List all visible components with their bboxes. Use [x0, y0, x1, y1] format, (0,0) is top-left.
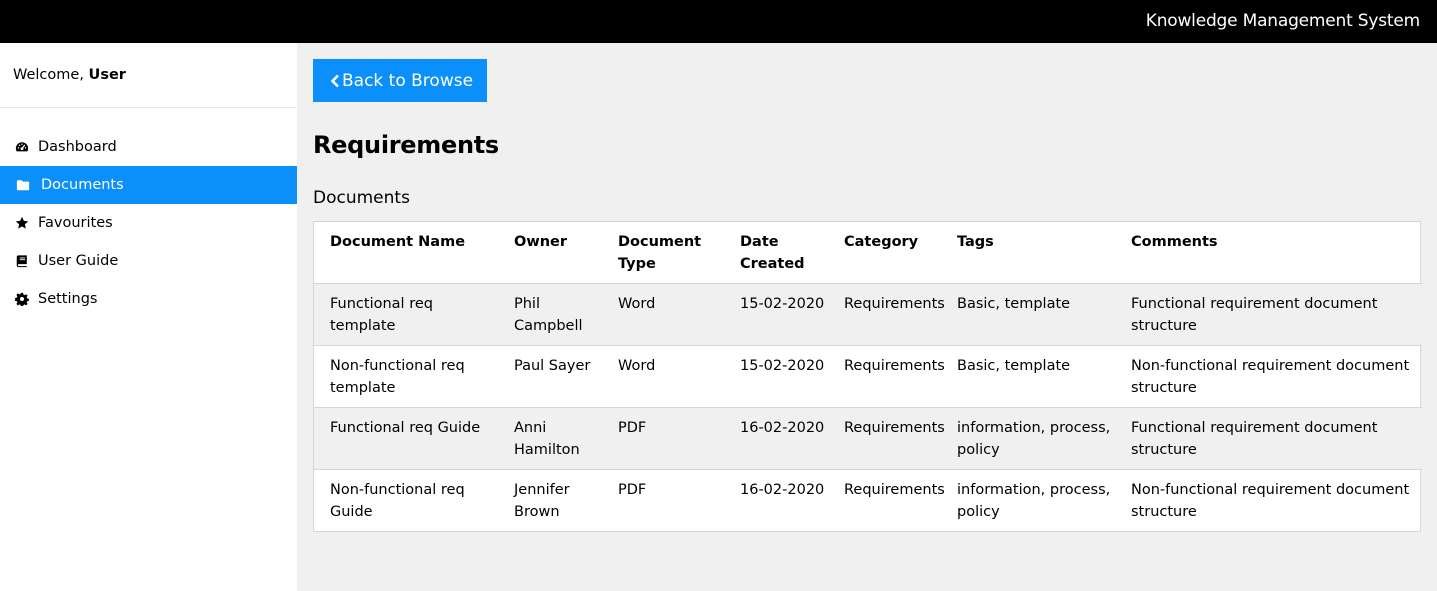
- category-cell: Requirements: [844, 420, 945, 436]
- section-label: Documents: [313, 188, 410, 208]
- book-icon: [15, 254, 29, 268]
- column-header: Document Type: [618, 234, 702, 272]
- document-name-cell[interactable]: Functional req Guide: [314, 408, 506, 470]
- star-icon: [15, 216, 29, 230]
- gear-icon: [15, 292, 29, 306]
- tags-cell: information, process, policy: [957, 482, 1111, 520]
- page-title: Requirements: [313, 131, 499, 159]
- owner-cell: Paul Sayer: [514, 358, 591, 374]
- sidebar-item-user-guide[interactable]: User Guide: [0, 242, 297, 280]
- owner-cell: Phil Campbell: [514, 296, 583, 334]
- document-type-cell: Word: [618, 296, 656, 312]
- comments-cell: Functional requirement document structur…: [1131, 420, 1378, 458]
- sidebar: Welcome, User Dashboard Documents Favour…: [0, 43, 297, 591]
- documents-table-container: Document Name Owner Document Type Date C…: [313, 221, 1422, 532]
- comments-cell: Non-functional requirement document stru…: [1131, 482, 1410, 520]
- documents-table: Document Name Owner Document Type Date C…: [314, 222, 1422, 531]
- column-header: Document Name: [330, 234, 466, 250]
- folder-icon: [16, 178, 30, 192]
- date-created-cell: 15-02-2020: [740, 358, 825, 374]
- comments-cell: Non-functional requirement document stru…: [1131, 358, 1410, 396]
- document-type-cell: Word: [618, 358, 656, 374]
- main-content: Back to Browse Requirements Documents Do…: [297, 43, 1437, 591]
- category-cell: Requirements: [844, 296, 945, 312]
- table-row[interactable]: Non-functional req template Paul Sayer W…: [314, 346, 1422, 408]
- table-row[interactable]: Functional req Guide Anni Hamilton PDF 1…: [314, 407, 1422, 470]
- back-button-label: Back to Browse: [342, 70, 474, 91]
- user-name: User: [88, 67, 126, 83]
- column-header: Owner: [514, 234, 568, 250]
- table-row[interactable]: Non-functional req Guide Jennifer Brown …: [314, 470, 1422, 532]
- column-header: Category: [844, 234, 919, 250]
- back-to-browse-button[interactable]: Back to Browse: [313, 59, 487, 102]
- app-title: Knowledge Management System: [1145, 11, 1420, 31]
- sidebar-item-label: Favourites: [38, 215, 113, 231]
- top-bar: Knowledge Management System: [0, 0, 1437, 43]
- document-name-cell[interactable]: Functional req template: [314, 284, 506, 346]
- sidebar-item-favourites[interactable]: Favourites: [0, 204, 297, 242]
- tags-cell: Basic, template: [957, 296, 1071, 312]
- comments-cell: Functional requirement document structur…: [1131, 296, 1378, 334]
- column-header: Tags: [957, 234, 994, 250]
- date-created-cell: 16-02-2020: [740, 420, 825, 436]
- document-name-cell[interactable]: Non-functional req template: [314, 346, 506, 408]
- column-header: Date Created: [740, 234, 805, 272]
- document-type-cell: PDF: [618, 420, 647, 436]
- tags-cell: information, process, policy: [957, 420, 1111, 458]
- document-name-cell[interactable]: Non-functional req Guide: [314, 470, 506, 532]
- tags-cell: Basic, template: [957, 358, 1071, 374]
- date-created-cell: 16-02-2020: [740, 482, 825, 498]
- sidebar-item-documents[interactable]: Documents: [0, 166, 297, 204]
- sidebar-item-label: User Guide: [38, 253, 119, 269]
- welcome-prefix: Welcome,: [13, 67, 84, 83]
- date-created-cell: 15-02-2020: [740, 296, 825, 312]
- sidebar-item-settings[interactable]: Settings: [0, 280, 297, 318]
- column-header: Comments: [1131, 234, 1218, 250]
- table-row[interactable]: Functional req template Phil Campbell Wo…: [314, 283, 1422, 346]
- category-cell: Requirements: [844, 482, 945, 498]
- owner-cell: Anni Hamilton: [514, 420, 580, 458]
- sidebar-item-label: Dashboard: [38, 139, 117, 155]
- table-header-row: Document Name Owner Document Type Date C…: [314, 222, 1422, 284]
- sidebar-item-label: Documents: [41, 177, 124, 193]
- owner-cell: Jennifer Brown: [514, 482, 570, 520]
- dashboard-icon: [15, 140, 29, 154]
- document-type-cell: PDF: [618, 482, 647, 498]
- sidebar-item-label: Settings: [38, 291, 98, 307]
- category-cell: Requirements: [844, 358, 945, 374]
- sidebar-item-dashboard[interactable]: Dashboard: [0, 128, 297, 166]
- sidebar-nav: Dashboard Documents Favourites User Guid…: [0, 128, 297, 318]
- chevron-left-icon: [330, 74, 339, 87]
- welcome-message: Welcome, User: [0, 43, 297, 108]
